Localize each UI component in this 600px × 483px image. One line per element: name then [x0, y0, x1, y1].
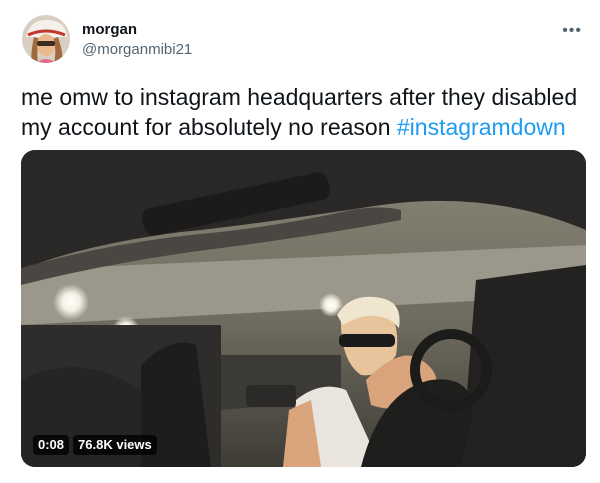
video-badges: 0:08 76.8K views: [33, 435, 157, 455]
video-player[interactable]: 0:08 76.8K views: [21, 150, 586, 467]
video-frame: [21, 150, 586, 467]
view-count: 76.8K views: [73, 435, 157, 455]
display-name[interactable]: morgan: [82, 20, 192, 40]
video-duration: 0:08: [33, 435, 70, 455]
author-names: morgan @morganmibi21: [82, 20, 192, 60]
tweet: morgan @morganmibi21 ••• me omw to insta…: [0, 0, 600, 483]
hashtag-link[interactable]: #instagramdown: [397, 114, 566, 140]
more-options-icon[interactable]: •••: [562, 22, 582, 40]
user-handle[interactable]: @morganmibi21: [82, 40, 192, 60]
avatar[interactable]: [22, 15, 70, 63]
tweet-text: me omw to instagram headquarters after t…: [21, 82, 586, 142]
